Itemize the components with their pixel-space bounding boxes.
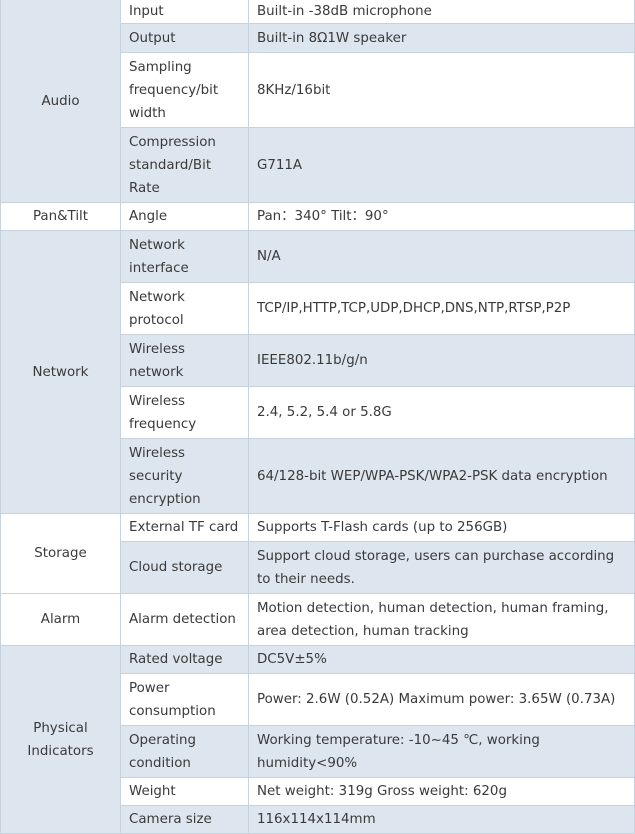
spec-key: Power consumption: [120, 673, 249, 726]
spec-value: 116x114x114mm: [248, 805, 635, 834]
spec-key: Angle: [120, 202, 249, 231]
spec-row: Storage External TF card Supports T-Flas…: [0, 513, 635, 594]
spec-key: Wireless security encryption: [120, 438, 249, 514]
spec-row: Audio Input Built-in -38dB microphone: [0, 0, 635, 203]
spec-value: 2.4, 5.2, 5.4 or 5.8G: [248, 386, 635, 439]
spec-value: Net weight: 319g Gross weight: 620g: [248, 777, 635, 806]
spec-value: Built-in -38dB microphone: [248, 0, 635, 24]
spec-value: Support cloud storage, users can purchas…: [248, 541, 635, 594]
spec-key: Rated voltage: [120, 645, 249, 674]
spec-value: TCP/IP,HTTP,TCP,UDP,DHCP,DNS,NTP,RTSP,P2…: [248, 282, 635, 335]
category-physical-indicators: Physical Indicators: [0, 645, 121, 834]
spec-value: G711A: [248, 127, 635, 203]
spec-value: Motion detection, human detection, human…: [248, 593, 635, 646]
spec-value: Working temperature: -10~45 ℃, working h…: [248, 725, 635, 778]
spec-value: DC5V±5%: [248, 645, 635, 674]
spec-key: Network protocol: [120, 282, 249, 335]
spec-value: N/A: [248, 230, 635, 283]
spec-table: Audio Input Built-in -38dB microphone Ou…: [0, 0, 635, 834]
spec-key: Sampling frequency/bit width: [120, 52, 249, 128]
spec-key: Alarm detection: [120, 593, 249, 646]
category-audio: Audio: [0, 0, 121, 203]
spec-value: Pan：340° Tilt：90°: [248, 202, 635, 231]
category-alarm: Alarm: [0, 593, 121, 646]
spec-value: 64/128-bit WEP/WPA-PSK/WPA2-PSK data enc…: [248, 438, 635, 514]
spec-key: Wireless frequency: [120, 386, 249, 439]
category-network: Network: [0, 230, 121, 514]
category-storage: Storage: [0, 513, 121, 594]
spec-key: Input: [120, 0, 249, 24]
spec-key: Operating condition: [120, 725, 249, 778]
spec-key: Output: [120, 23, 249, 53]
spec-value: Built-in 8Ω1W speaker: [248, 23, 635, 53]
spec-row: Alarm Alarm detection Motion detection, …: [0, 593, 635, 646]
spec-key: Camera size: [120, 805, 249, 834]
spec-key: Cloud storage: [120, 541, 249, 594]
spec-value: 8KHz/16bit: [248, 52, 635, 128]
spec-key: Wireless network: [120, 334, 249, 387]
spec-row: Pan&Tilt Angle Pan：340° Tilt：90°: [0, 202, 635, 231]
spec-key: External TF card: [120, 513, 249, 542]
spec-row: Network Network interface N/A: [0, 230, 635, 514]
spec-key: Compression standard/Bit Rate: [120, 127, 249, 203]
spec-key: Network interface: [120, 230, 249, 283]
spec-key: Weight: [120, 777, 249, 806]
spec-value: Power: 2.6W (0.52A) Maximum power: 3.65W…: [248, 673, 635, 726]
spec-value: IEEE802.11b/g/n: [248, 334, 635, 387]
spec-row: Physical Indicators Rated voltage DC5V±5…: [0, 645, 635, 834]
spec-value: Supports T-Flash cards (up to 256GB): [248, 513, 635, 542]
category-pan-tilt: Pan&Tilt: [0, 202, 121, 231]
